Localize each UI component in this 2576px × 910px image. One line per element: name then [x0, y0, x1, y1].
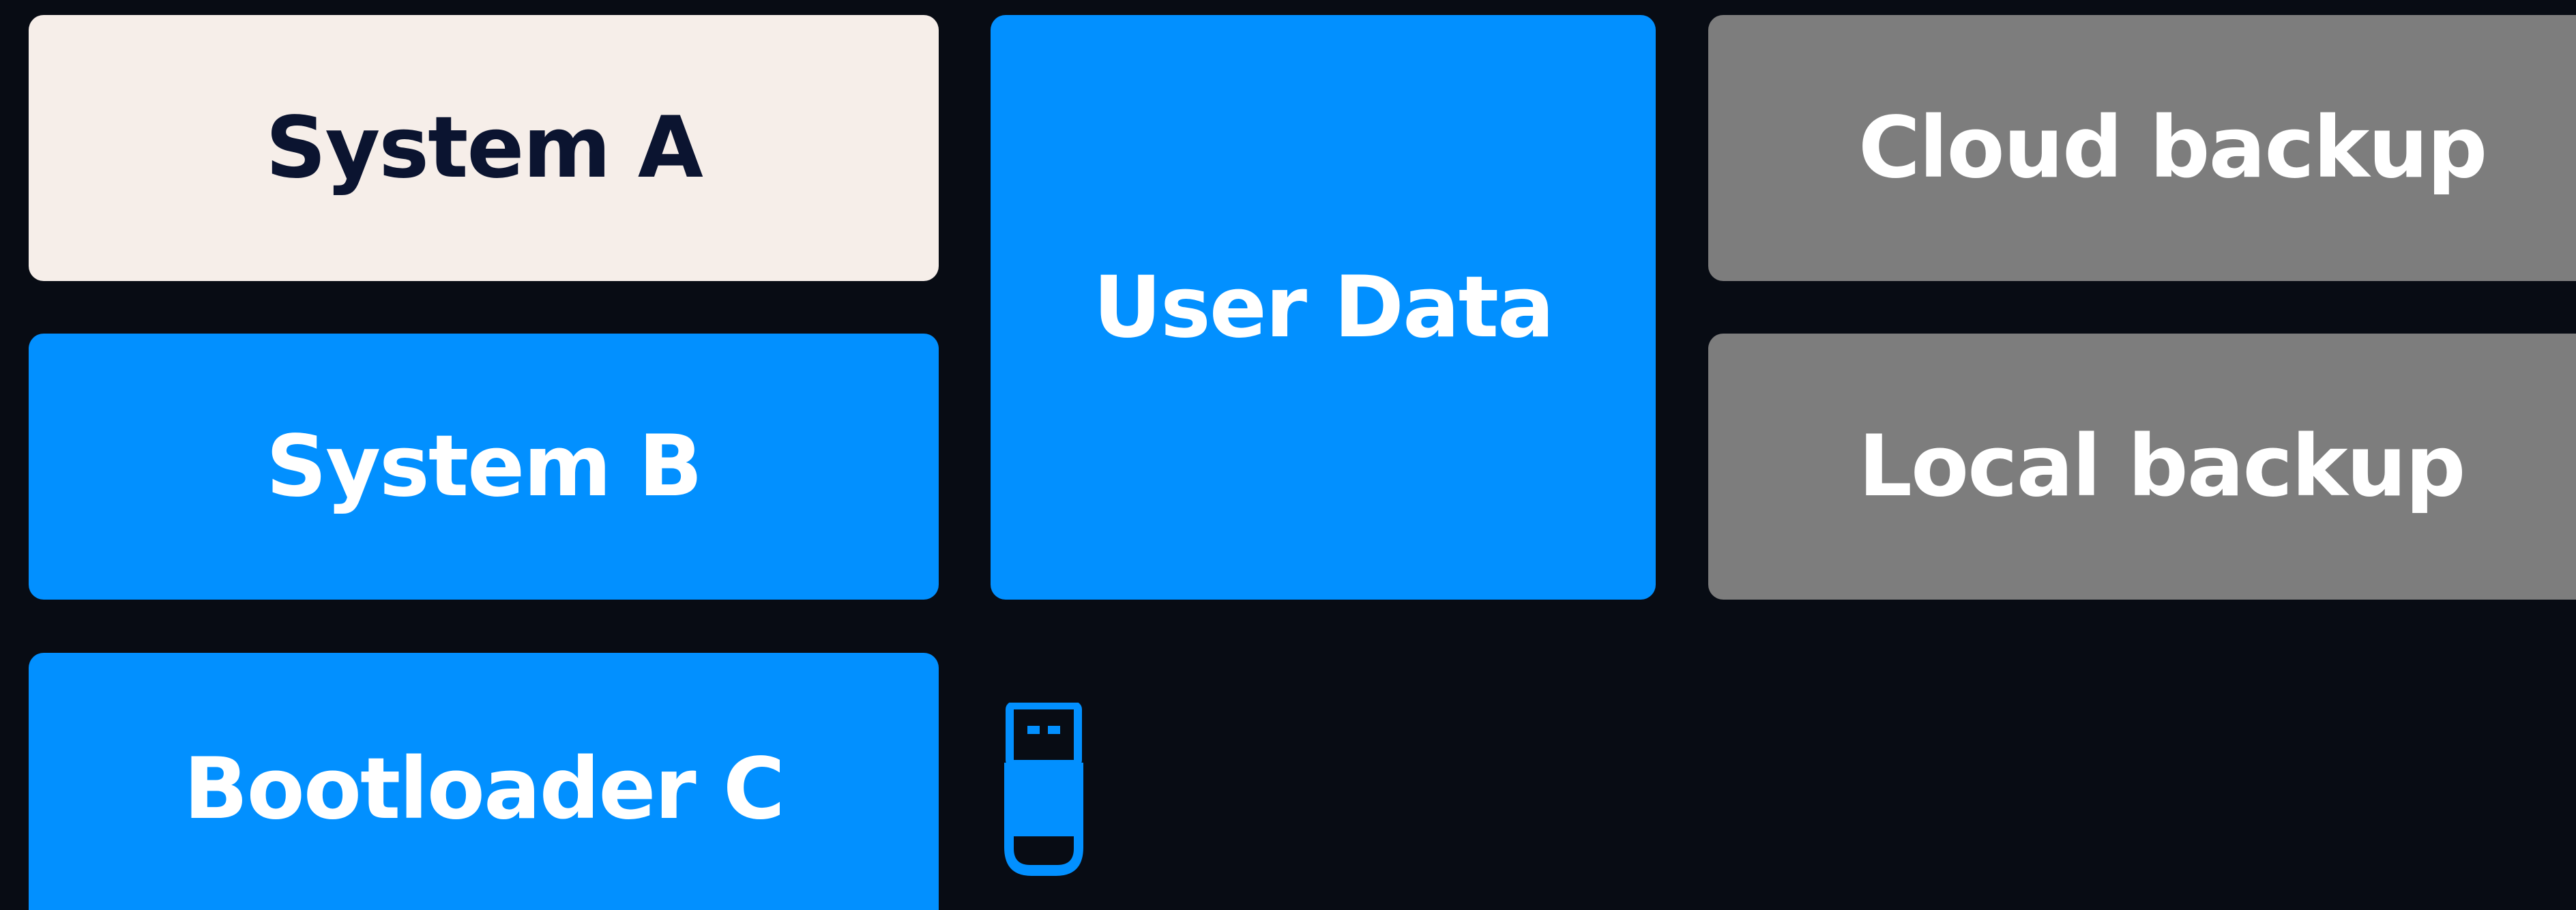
local-backup-tile[interactable]: Local backup: [1708, 334, 2576, 600]
system-b-label: System B: [265, 417, 703, 516]
user-data-tile[interactable]: User Data: [991, 15, 1656, 600]
local-backup-label: Local backup: [1858, 417, 2466, 516]
system-b-tile[interactable]: System B: [29, 334, 939, 600]
usb-drive-icon[interactable]: [997, 703, 1090, 880]
bootloader-c-tile[interactable]: Bootloader C: [29, 653, 939, 910]
user-data-label: User Data: [1093, 258, 1554, 357]
bootloader-c-label: Bootloader C: [184, 740, 785, 838]
system-a-label: System A: [265, 99, 703, 197]
cloud-backup-label: Cloud backup: [1858, 99, 2487, 197]
system-a-tile[interactable]: System A: [29, 15, 939, 281]
cloud-backup-tile[interactable]: Cloud backup: [1708, 15, 2576, 281]
